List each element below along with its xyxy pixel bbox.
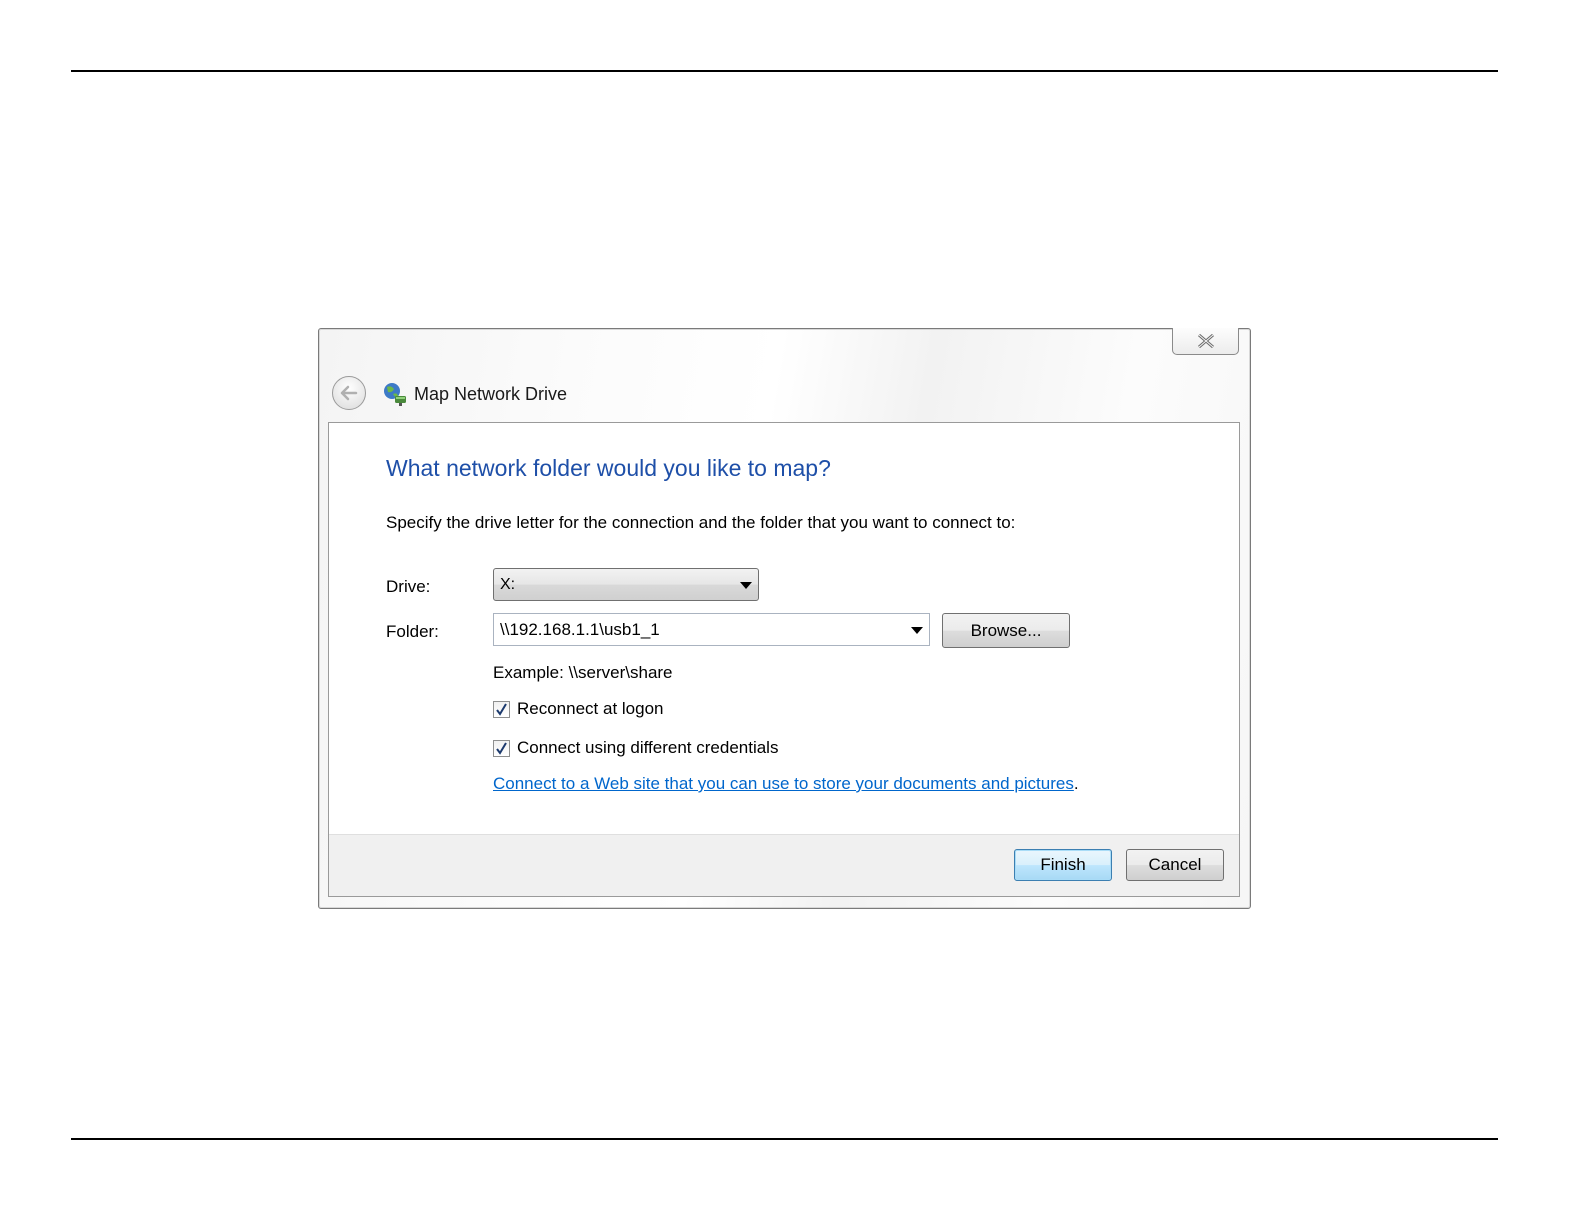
- web-site-link-line: Connect to a Web site that you can use t…: [493, 774, 1079, 794]
- bottom-rule: [71, 1138, 1498, 1140]
- link-suffix: .: [1073, 774, 1079, 793]
- dropdown-arrow-icon: [740, 582, 752, 589]
- network-drive-icon: [384, 383, 406, 406]
- folder-label: Folder:: [386, 622, 439, 641]
- reconnect-label: Reconnect at logon: [517, 699, 664, 718]
- checkmark-icon: [496, 702, 507, 716]
- close-icon: [1197, 334, 1214, 348]
- finish-button[interactable]: Finish: [1014, 849, 1112, 881]
- cancel-button[interactable]: Cancel: [1126, 849, 1224, 881]
- checkmark-icon: [496, 741, 507, 755]
- map-network-drive-dialog: Map Network Drive What network folder wo…: [318, 328, 1251, 909]
- dialog-footer: Finish Cancel: [329, 834, 1239, 896]
- credentials-option[interactable]: Connect using different credentials: [493, 738, 778, 758]
- close-button[interactable]: [1172, 328, 1239, 355]
- page-heading: What network folder would you like to ma…: [386, 455, 831, 481]
- folder-input[interactable]: \\192.168.1.1\usb1_1: [493, 613, 930, 646]
- example-text: Example: \\server\share: [493, 663, 673, 682]
- dialog-title: Map Network Drive: [414, 384, 568, 404]
- drive-select[interactable]: X:: [493, 568, 759, 601]
- folder-value: \\192.168.1.1\usb1_1: [500, 620, 660, 639]
- drive-label: Drive:: [386, 577, 431, 596]
- web-site-link[interactable]: Connect to a Web site that you can use t…: [493, 774, 1074, 793]
- drive-value: X:: [500, 576, 516, 593]
- back-button[interactable]: [332, 376, 366, 410]
- top-rule: [71, 70, 1498, 72]
- credentials-label: Connect using different credentials: [517, 738, 779, 757]
- reconnect-checkbox[interactable]: [493, 700, 510, 718]
- credentials-checkbox[interactable]: [493, 739, 510, 757]
- browse-button[interactable]: Browse...: [942, 613, 1070, 648]
- instruction-text: Specify the drive letter for the connect…: [386, 513, 1016, 532]
- back-arrow-icon: [340, 385, 358, 401]
- dialog-content: What network folder would you like to ma…: [328, 422, 1240, 897]
- dropdown-arrow-icon[interactable]: [911, 627, 923, 634]
- reconnect-option[interactable]: Reconnect at logon: [493, 699, 664, 719]
